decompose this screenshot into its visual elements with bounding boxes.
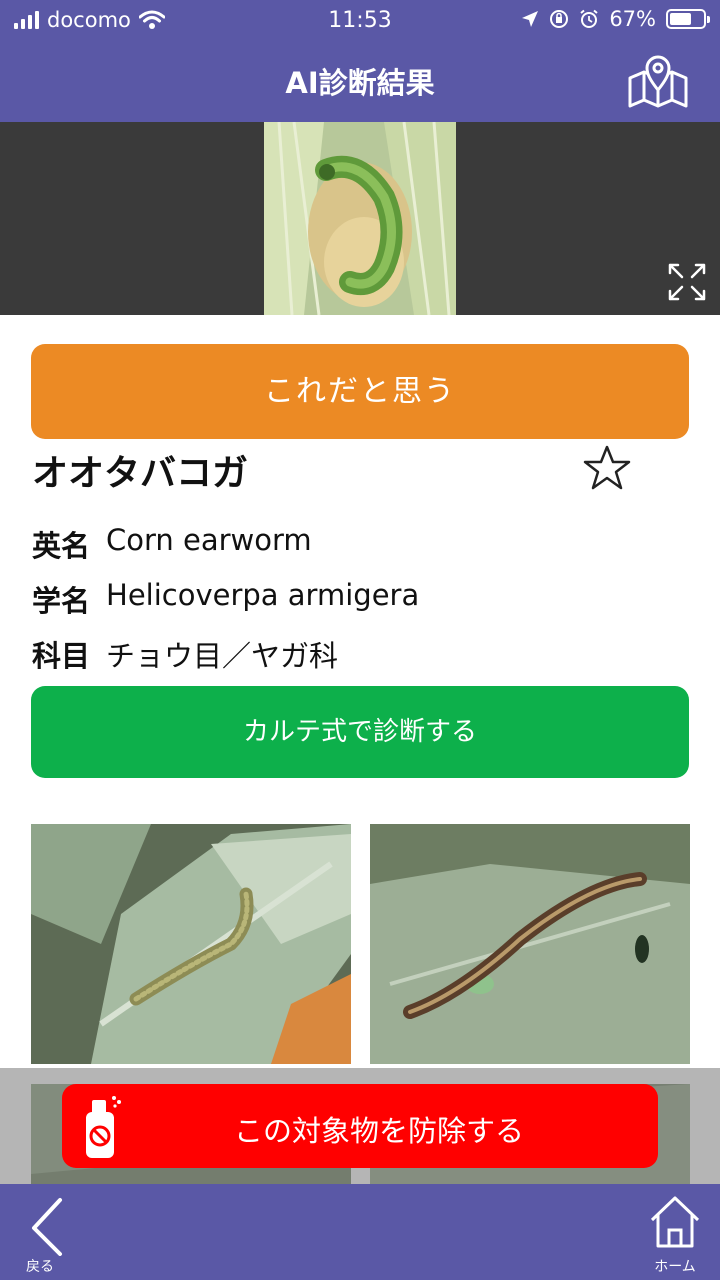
scientific-name-row: 学名 Helicoverpa armigera: [32, 578, 419, 620]
pest-name: オオタバコガ: [32, 453, 249, 494]
scientific-name-label: 学名: [32, 584, 91, 618]
control-pest-button[interactable]: この対象物を防除する: [62, 1084, 658, 1168]
expand-icon[interactable]: [667, 262, 707, 302]
home-icon: [650, 1196, 700, 1248]
battery-percent: 67%: [609, 7, 656, 31]
star-icon[interactable]: [582, 444, 632, 492]
diagnosis-photo-area: [0, 122, 720, 315]
home-label: ホーム: [654, 1259, 696, 1275]
back-button[interactable]: 戻る: [20, 1194, 80, 1276]
back-label: 戻る: [26, 1259, 54, 1275]
status-bar: docomo 11:53 67%: [0, 0, 720, 40]
confirm-this-button[interactable]: これだと思う: [31, 344, 689, 439]
bottom-navigation: 戻る ホーム: [0, 1184, 720, 1280]
reference-photo[interactable]: [370, 824, 690, 1064]
alarm-icon: [580, 9, 598, 28]
battery-icon: [666, 9, 710, 29]
diagnosis-photo[interactable]: [264, 122, 456, 315]
chevron-left-icon: [32, 1198, 62, 1256]
control-pest-label: この対象物を防除する: [233, 1114, 524, 1148]
family-value: チョウ目／ヤガ科: [106, 639, 339, 673]
status-right: 67%: [521, 7, 710, 31]
english-name-value: Corn earworm: [106, 523, 312, 557]
reference-photo[interactable]: [31, 824, 351, 1064]
map-button[interactable]: [622, 50, 694, 110]
english-name-label: 英名: [32, 529, 91, 563]
english-name-row: 英名 Corn earworm: [32, 523, 312, 565]
map-pin-icon: [628, 55, 688, 108]
scientific-name-value: Helicoverpa armigera: [106, 578, 420, 612]
page-title: AI診断結果: [285, 66, 435, 100]
location-arrow-icon: [522, 11, 539, 27]
karte-diagnosis-button[interactable]: カルテ式で診断する: [31, 686, 689, 778]
home-button[interactable]: ホーム: [640, 1192, 710, 1276]
app-header: AI診断結果: [0, 40, 720, 122]
rotation-lock-icon: [550, 10, 569, 28]
family-row: 科目 チョウ目／ヤガ科: [32, 633, 338, 675]
family-label: 科目: [32, 639, 91, 673]
ai-diagnosis-screen: docomo 11:53 67% AI診断結果 これだと思う オオタバコガ 英名…: [0, 0, 720, 1280]
